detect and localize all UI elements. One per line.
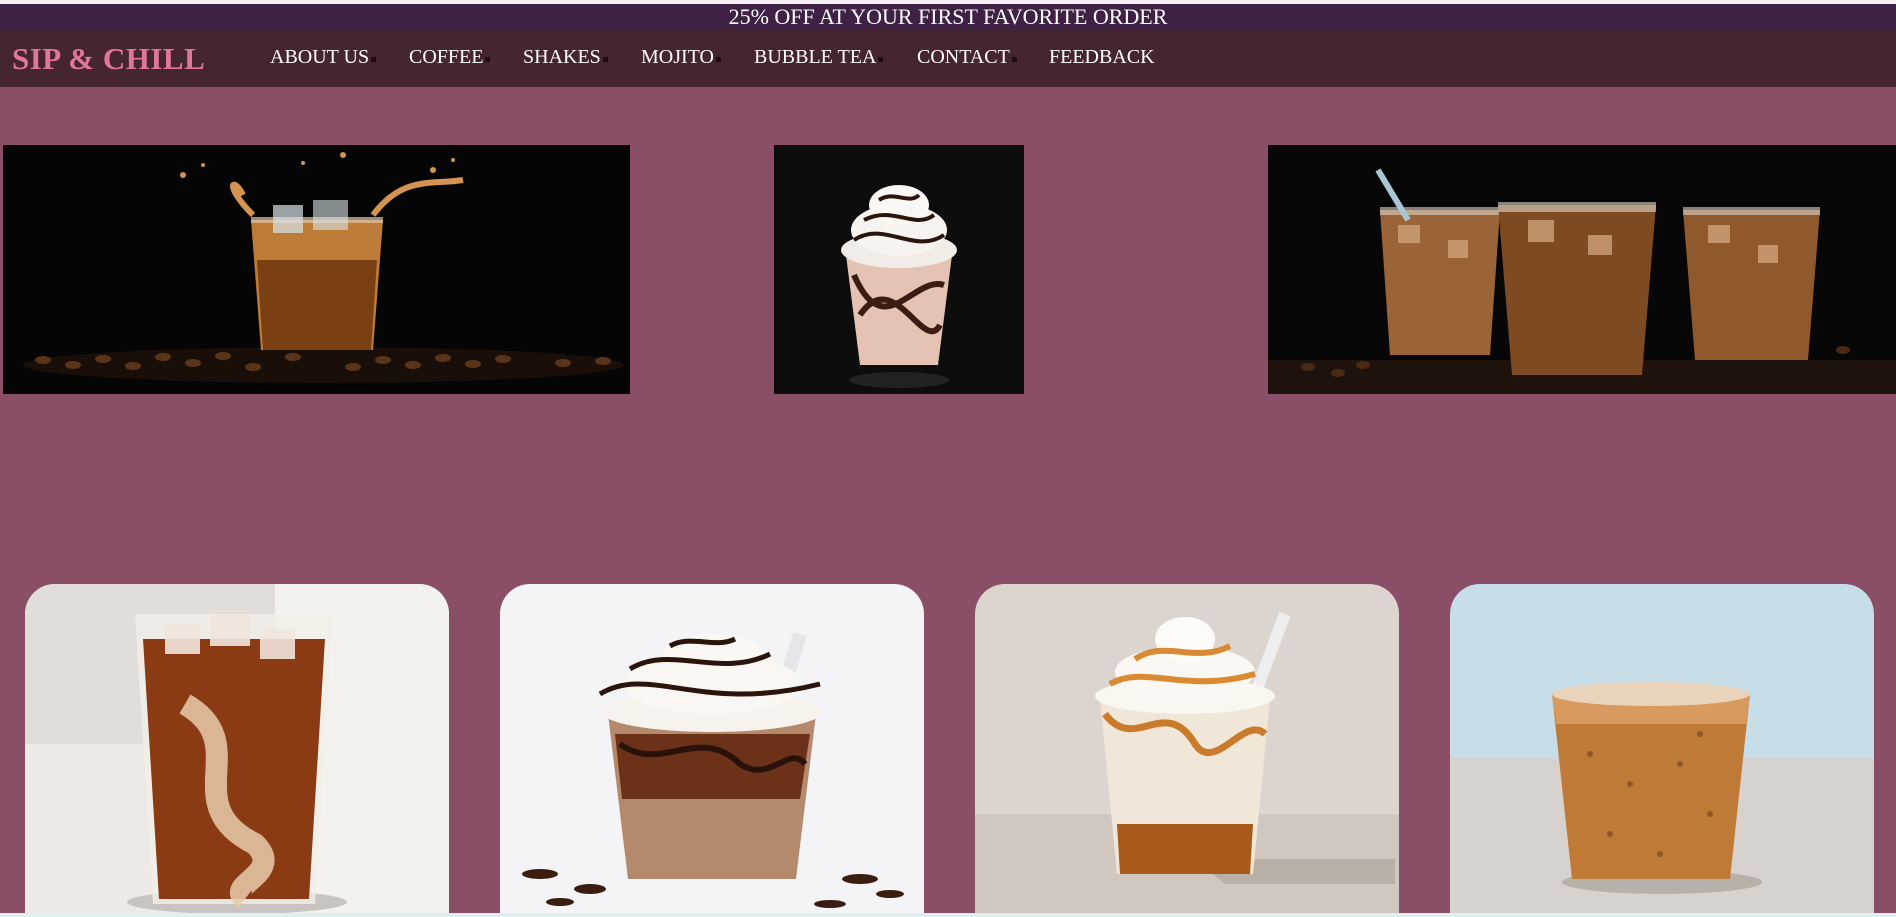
nav-separator: [878, 57, 884, 62]
bottom-edge: [0, 913, 1896, 917]
product-card-iced-latte[interactable]: [1450, 584, 1874, 914]
hero-image-splash: [3, 145, 630, 394]
nav-item-bubble-tea[interactable]: BUBBLE TEA: [754, 46, 884, 69]
nav-separator: [485, 57, 491, 62]
product-card-mocha-frappe[interactable]: [500, 584, 924, 914]
nav-separator: [1011, 57, 1017, 62]
three-iced-coffees-image: [1268, 145, 1896, 394]
main-navigation: SIP & CHILL ABOUT US COFFEE SHAKES MOJIT…: [0, 29, 1896, 87]
nav-item-label: ABOUT US: [270, 46, 370, 68]
nav-separator: [371, 57, 377, 62]
iced-coffee-splash-image: [3, 145, 630, 394]
brand-logo[interactable]: SIP & CHILL: [12, 41, 205, 77]
nav-item-label: COFFEE: [409, 46, 484, 68]
nav-separator: [602, 57, 608, 62]
product-card-iced-coffee[interactable]: [25, 584, 449, 914]
nav-item-mojito[interactable]: MOJITO: [641, 46, 721, 69]
promo-banner: 25% OFF AT YOUR FIRST FAVORITE ORDER: [0, 4, 1896, 29]
nav-item-label: SHAKES: [523, 46, 601, 68]
nav-item-about-us[interactable]: ABOUT US: [270, 46, 377, 69]
caramel-frappe-image: [975, 584, 1399, 914]
nav-separator: [715, 57, 721, 62]
nav-item-label: CONTACT: [917, 46, 1010, 68]
nav-item-feedback[interactable]: FEEDBACK: [1049, 46, 1155, 69]
mocha-frappe-image: [500, 584, 924, 914]
iced-latte-cup-image: [1450, 584, 1874, 914]
nav-item-coffee[interactable]: COFFEE: [409, 46, 491, 69]
nav-item-label: BUBBLE TEA: [754, 46, 877, 68]
iced-coffee-glass-image: [25, 584, 449, 914]
chocolate-milkshake-image: [774, 145, 1024, 394]
nav-item-shakes[interactable]: SHAKES: [523, 46, 608, 69]
nav-item-contact[interactable]: CONTACT: [917, 46, 1017, 69]
hero-image-milkshake: [774, 145, 1024, 394]
product-card-caramel-frappe[interactable]: [975, 584, 1399, 914]
hero-image-three-coffees: [1268, 145, 1896, 394]
nav-item-label: FEEDBACK: [1049, 46, 1155, 68]
promo-text: 25% OFF AT YOUR FIRST FAVORITE ORDER: [728, 4, 1168, 29]
nav-item-label: MOJITO: [641, 46, 714, 68]
